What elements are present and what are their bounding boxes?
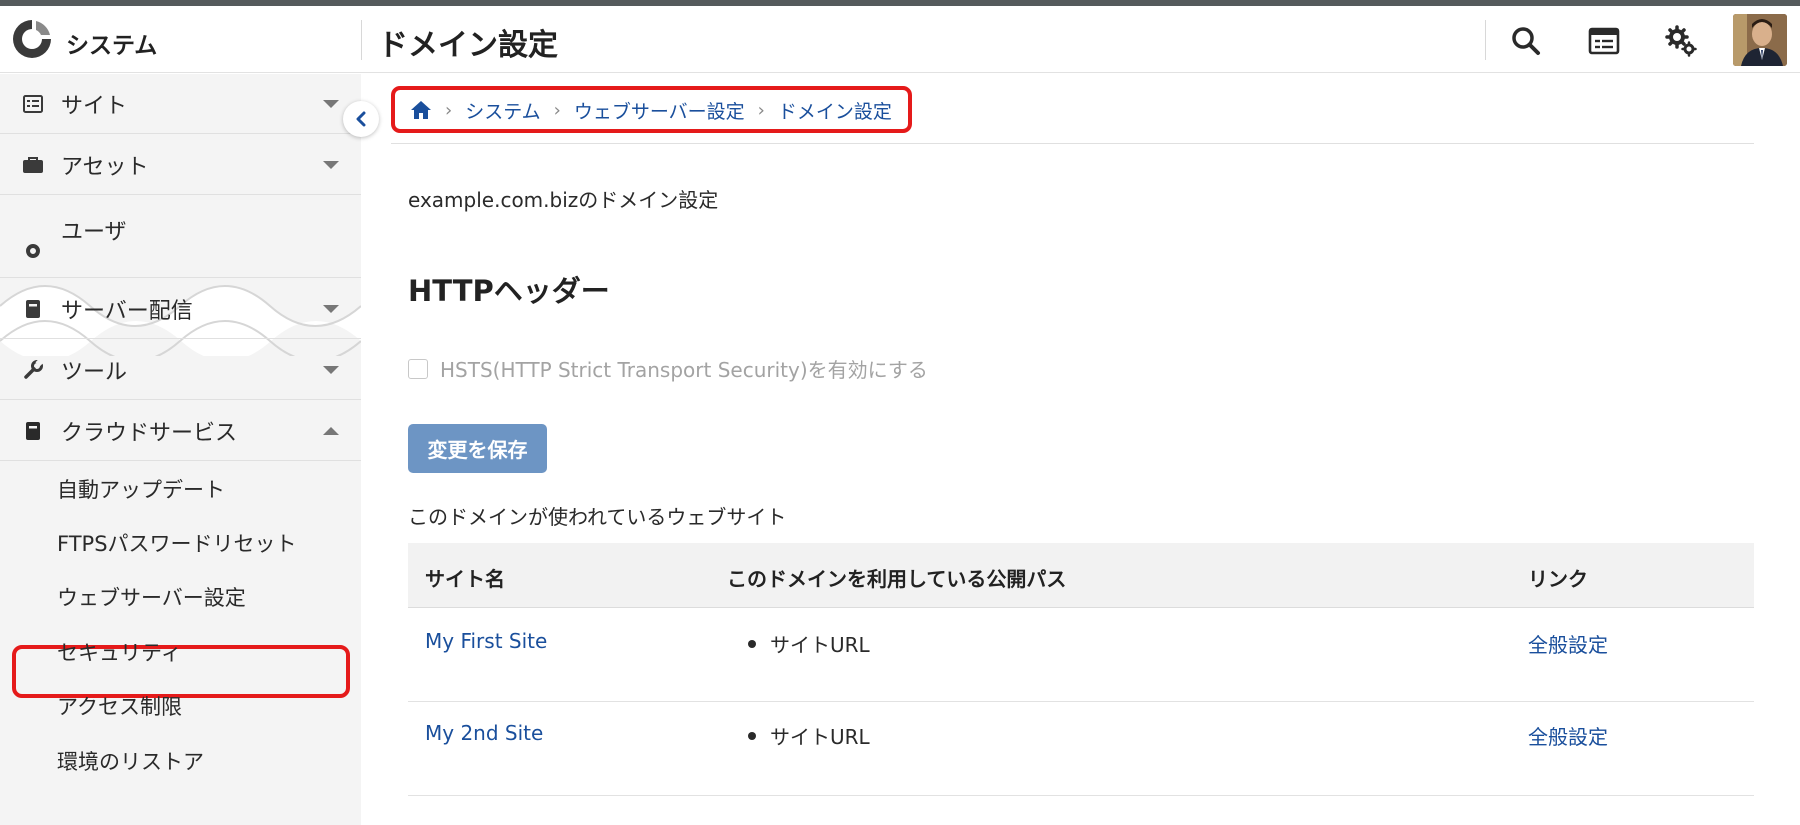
sidebar-item-site[interactable]: サイト — [0, 74, 361, 134]
sidebar-item-cloud-services[interactable]: クラウドサービス — [0, 401, 361, 461]
column-header-site: サイト名 — [425, 567, 505, 591]
used-sites-label: このドメインが使われているウェブサイト — [408, 505, 787, 529]
table-row: My First Site サイトURL 全般設定 — [408, 609, 1754, 702]
sidebar-subitem-security[interactable]: セキュリティ — [57, 637, 182, 667]
breadcrumb: › システム › ウェブサーバー設定 › ドメイン設定 — [410, 97, 892, 123]
chevron-left-icon — [356, 111, 366, 127]
table-row: My 2nd Site サイトURL 全般設定 — [408, 703, 1754, 796]
column-header-path: このドメインを利用している公開パス — [727, 567, 1067, 591]
window-list-icon[interactable] — [1587, 24, 1621, 58]
bullet-icon — [748, 639, 756, 648]
search-icon[interactable] — [1509, 24, 1543, 58]
sidebar-subitem-auto-update[interactable]: 自動アップデート — [57, 474, 225, 504]
sidebar-subitem-access-restriction[interactable]: アクセス制限 — [57, 691, 182, 721]
page-title: ドメイン設定 — [378, 28, 558, 63]
path-label: サイトURL — [770, 725, 870, 749]
app-logo-icon[interactable] — [10, 17, 54, 61]
sidebar-subitem-ftps-reset[interactable]: FTPSパスワードリセット — [57, 528, 297, 558]
sidebar-item-server-delivery[interactable]: サーバー配信 — [0, 279, 361, 339]
app-brand: システム — [66, 33, 158, 59]
sidebar-item-label: サーバー配信 — [61, 298, 193, 324]
chevron-down-icon — [323, 365, 339, 374]
chevron-down-icon — [323, 160, 339, 169]
wrench-icon — [22, 359, 44, 381]
save-button[interactable]: 変更を保存 — [408, 424, 547, 473]
general-settings-link[interactable]: 全般設定 — [1528, 721, 1608, 750]
sidebar-collapse-button[interactable] — [343, 101, 379, 137]
header-divider — [361, 20, 362, 60]
app-header: システム ドメイン設定 — [0, 6, 1800, 73]
chevron-down-icon — [323, 304, 339, 313]
home-icon[interactable] — [410, 100, 432, 120]
breadcrumb-system[interactable]: システム — [465, 97, 540, 124]
sidebar-item-label: ユーザ — [61, 220, 127, 245]
hsts-label: HSTS(HTTP Strict Transport Security)を有効に… — [440, 358, 928, 382]
sidebar-item-label: サイト — [61, 93, 128, 119]
chevron-right-icon: › — [553, 99, 561, 121]
chevron-right-icon: › — [445, 99, 453, 121]
sidebar-subitem-webserver-settings[interactable]: ウェブサーバー設定 — [57, 582, 246, 612]
breadcrumb-domain-settings[interactable]: ドメイン設定 — [778, 97, 892, 124]
chevron-up-icon — [323, 426, 339, 435]
server-icon — [22, 420, 44, 442]
path-item: サイトURL — [748, 721, 870, 750]
path-item: サイトURL — [748, 629, 870, 658]
sidebar: サイト アセット ユーザ サーバー配信 ツール クラウドサービス 自動アップデー… — [0, 74, 361, 825]
sidebar-item-label: アセット — [61, 154, 149, 180]
path-label: サイトURL — [770, 633, 870, 657]
site-name-link[interactable]: My 2nd Site — [425, 721, 543, 745]
server-icon — [22, 298, 44, 320]
section-title: HTTPヘッダー — [408, 274, 610, 308]
breadcrumb-webserver-settings[interactable]: ウェブサーバー設定 — [574, 97, 745, 124]
general-settings-link[interactable]: 全般設定 — [1528, 629, 1608, 658]
gear-icon — [22, 240, 44, 262]
chevron-down-icon — [323, 99, 339, 108]
divider — [391, 143, 1754, 144]
list-icon — [22, 93, 44, 115]
domain-description: example.com.bizのドメイン設定 — [408, 188, 719, 212]
header-divider — [1485, 20, 1486, 60]
sidebar-item-tools[interactable]: ツール — [0, 340, 361, 400]
column-header-link: リンク — [1528, 567, 1588, 591]
bullet-icon — [748, 731, 756, 740]
hsts-checkbox[interactable] — [408, 358, 428, 379]
sidebar-item-label: ツール — [61, 359, 128, 385]
user-avatar[interactable] — [1733, 14, 1787, 66]
table-header: サイト名 このドメインを利用している公開パス リンク — [408, 543, 1754, 608]
briefcase-icon — [22, 154, 44, 176]
sidebar-subitem-environment-restore[interactable]: 環境のリストア — [57, 746, 204, 776]
sidebar-item-assets[interactable]: アセット — [0, 135, 361, 195]
site-name-link[interactable]: My First Site — [425, 629, 547, 653]
hsts-option: HSTS(HTTP Strict Transport Security)を有効に… — [408, 354, 928, 383]
sidebar-item-label: クラウドサービス — [61, 420, 238, 446]
chevron-right-icon: › — [757, 99, 765, 121]
gears-icon[interactable] — [1664, 24, 1698, 58]
